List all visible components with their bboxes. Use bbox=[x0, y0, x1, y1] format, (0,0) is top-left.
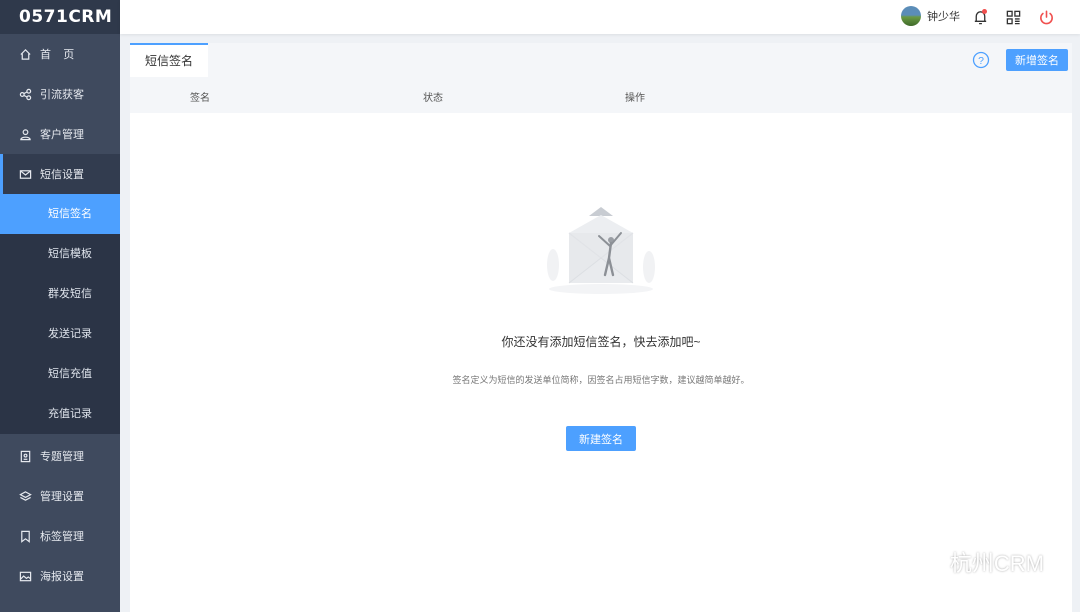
tag-icon bbox=[18, 529, 32, 543]
power-icon[interactable] bbox=[1036, 7, 1056, 27]
empty-state-description: 签名定义为短信的发送单位简称，因签名占用短信字数，建议越简单越好。 bbox=[452, 375, 750, 385]
bell-icon[interactable] bbox=[970, 7, 990, 27]
sidebar-item-label: 引流获客 bbox=[40, 89, 84, 101]
sidebar-subitem-recharge-log[interactable]: 充值记录 bbox=[0, 394, 120, 434]
sms-submenu: 短信签名 短信模板 群发短信 发送记录 短信充值 充值记录 bbox=[0, 194, 120, 434]
sidebar-item-customers[interactable]: 客户管理 bbox=[0, 114, 120, 154]
image-icon bbox=[18, 569, 32, 583]
empty-envelope-illustration bbox=[547, 207, 655, 294]
mail-icon bbox=[18, 167, 32, 181]
sidebar-subitem-sms-recharge[interactable]: 短信充值 bbox=[0, 354, 120, 394]
wechat-icon bbox=[903, 548, 940, 575]
table-header: 签名 状态 操作 bbox=[130, 77, 1072, 113]
apps-grid-icon[interactable] bbox=[1003, 7, 1023, 27]
top-header: 钟少华 bbox=[120, 0, 1080, 34]
home-icon bbox=[18, 47, 32, 61]
sidebar-subitem-bulk-sms[interactable]: 群发短信 bbox=[0, 274, 120, 314]
sidebar-item-home[interactable]: 首 页 bbox=[0, 34, 120, 74]
sidebar-item-posters[interactable]: 海报设置 bbox=[0, 556, 120, 596]
sidebar-item-label: 海报设置 bbox=[40, 571, 84, 583]
main-panel: 短信签名 ? 新增签名 签名 状态 操作 你还没有添加短信签名，快去添加吧~ 签… bbox=[130, 43, 1072, 612]
topic-icon bbox=[18, 449, 32, 463]
empty-state-title: 你还没有添加短信签名，快去添加吧~ bbox=[501, 335, 701, 349]
layers-icon bbox=[18, 489, 32, 503]
sidebar-item-label: 首 页 bbox=[40, 49, 75, 61]
sidebar-item-admin-settings[interactable]: 管理设置 bbox=[0, 476, 120, 516]
sidebar-item-label: 标签管理 bbox=[40, 531, 84, 543]
column-header-status[interactable]: 状态 bbox=[423, 89, 443, 104]
empty-state: 你还没有添加短信签名，快去添加吧~ 签名定义为短信的发送单位简称，因签名占用短信… bbox=[130, 203, 1072, 451]
watermark: 杭州CRM bbox=[902, 546, 1044, 578]
share-icon bbox=[18, 87, 32, 101]
sidebar-item-lead-gen[interactable]: 引流获客 bbox=[0, 74, 120, 114]
sidebar-item-label: 管理设置 bbox=[40, 491, 84, 503]
user-menu[interactable]: 钟少华 bbox=[901, 6, 960, 26]
sidebar-item-tags[interactable]: 标签管理 bbox=[0, 516, 120, 556]
sidebar: 0571CRM 首 页 引流获客 客户管理 短信设置 短信签名 短信模板 群发短… bbox=[0, 0, 120, 612]
user-icon bbox=[18, 127, 32, 141]
sidebar-item-label: 专题管理 bbox=[40, 451, 84, 463]
tab-sms-signature[interactable]: 短信签名 bbox=[130, 43, 208, 77]
app-logo[interactable]: 0571CRM bbox=[0, 0, 120, 34]
sidebar-subitem-sms-template[interactable]: 短信模板 bbox=[0, 234, 120, 274]
sidebar-item-label: 客户管理 bbox=[40, 129, 84, 141]
sidebar-subitem-send-log[interactable]: 发送记录 bbox=[0, 314, 120, 354]
column-header-actions[interactable]: 操作 bbox=[625, 89, 645, 104]
svg-text:?: ? bbox=[978, 55, 984, 67]
column-header-signature[interactable]: 签名 bbox=[190, 89, 210, 104]
sidebar-item-sms-settings[interactable]: 短信设置 bbox=[0, 154, 120, 194]
avatar[interactable] bbox=[901, 6, 921, 26]
help-icon[interactable]: ? bbox=[972, 51, 990, 69]
tab-bar: 短信签名 ? 新增签名 bbox=[130, 43, 1072, 77]
sidebar-subitem-sms-signature[interactable]: 短信签名 bbox=[0, 194, 120, 234]
watermark-text: 杭州CRM bbox=[949, 551, 1044, 576]
create-signature-button[interactable]: 新建签名 bbox=[566, 426, 636, 451]
sidebar-item-topics[interactable]: 专题管理 bbox=[0, 436, 120, 476]
sidebar-item-label: 短信设置 bbox=[40, 169, 84, 181]
add-signature-button[interactable]: 新增签名 bbox=[1006, 49, 1068, 71]
username[interactable]: 钟少华 bbox=[927, 8, 960, 24]
notification-dot bbox=[982, 9, 987, 14]
